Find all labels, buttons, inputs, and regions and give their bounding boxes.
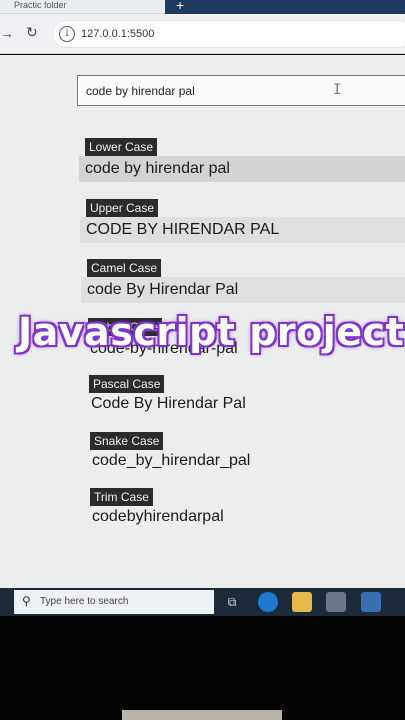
taskbar-search-placeholder: Type here to search xyxy=(40,596,129,607)
conversion-label: Upper Case xyxy=(86,199,159,217)
conversion-output: Code By Hirendar Pal xyxy=(91,395,246,412)
conversion-trim: Trim Case codebyhirendarpal xyxy=(90,488,405,530)
url-field[interactable]: i 127.0.0.1:5500 xyxy=(52,20,405,48)
info-icon[interactable]: i xyxy=(59,26,75,42)
tab-strip: Practic folder + xyxy=(0,0,405,14)
edge-browser-icon[interactable] xyxy=(258,592,278,612)
browser-tab[interactable]: Practic folder xyxy=(0,0,165,14)
conversion-label: Camel Case xyxy=(87,259,162,277)
mail-icon[interactable] xyxy=(361,592,381,612)
task-view-icon[interactable]: ⧉ xyxy=(222,592,242,612)
screen-bezel xyxy=(0,616,405,720)
conversion-snake: Snake Case code_by_hirendar_pal xyxy=(90,432,405,474)
url-text: 127.0.0.1:5500 xyxy=(81,28,155,40)
conversion-output: code By Hirendar Pal xyxy=(81,277,405,303)
text-input-box[interactable]: I xyxy=(77,75,405,106)
conversion-output: codebyhirendarpal xyxy=(92,508,224,525)
taskbar: ⚲ Type here to search ⧉ xyxy=(0,588,405,616)
store-icon[interactable] xyxy=(326,592,346,612)
device-label xyxy=(122,710,282,720)
conversion-output: code_by_hirendar_pal xyxy=(92,452,251,469)
text-cursor-icon: I xyxy=(333,82,342,98)
conversion-label: Pascal Case xyxy=(89,375,165,393)
search-icon: ⚲ xyxy=(22,594,31,608)
conversion-pascal: Pascal Case Code By Hirendar Pal xyxy=(89,375,405,417)
conversion-lower: Lower Case code by hirendar pal xyxy=(79,138,405,182)
conversion-label: Lower Case xyxy=(85,138,158,156)
forward-icon[interactable]: → xyxy=(0,25,14,41)
conversion-output: CODE BY HIRENDAR PAL xyxy=(80,217,405,243)
address-bar: → ↻ i 127.0.0.1:5500 xyxy=(0,14,405,54)
conversion-label: Trim Case xyxy=(90,488,153,506)
tab-title: Practic folder xyxy=(14,0,67,10)
text-input[interactable] xyxy=(78,76,405,105)
taskbar-search[interactable]: ⚲ Type here to search xyxy=(14,590,214,614)
new-tab-icon[interactable]: + xyxy=(176,0,184,13)
reload-icon[interactable]: ↻ xyxy=(26,24,38,41)
video-caption: Javascript project xyxy=(18,310,405,354)
conversion-upper: Upper Case CODE BY HIRENDAR PAL xyxy=(80,199,405,243)
conversion-label: Snake Case xyxy=(90,432,164,450)
conversion-camel: Camel Case code By Hirendar Pal xyxy=(81,259,405,303)
file-explorer-icon[interactable] xyxy=(292,592,312,612)
conversion-output: code by hirendar pal xyxy=(79,156,405,182)
